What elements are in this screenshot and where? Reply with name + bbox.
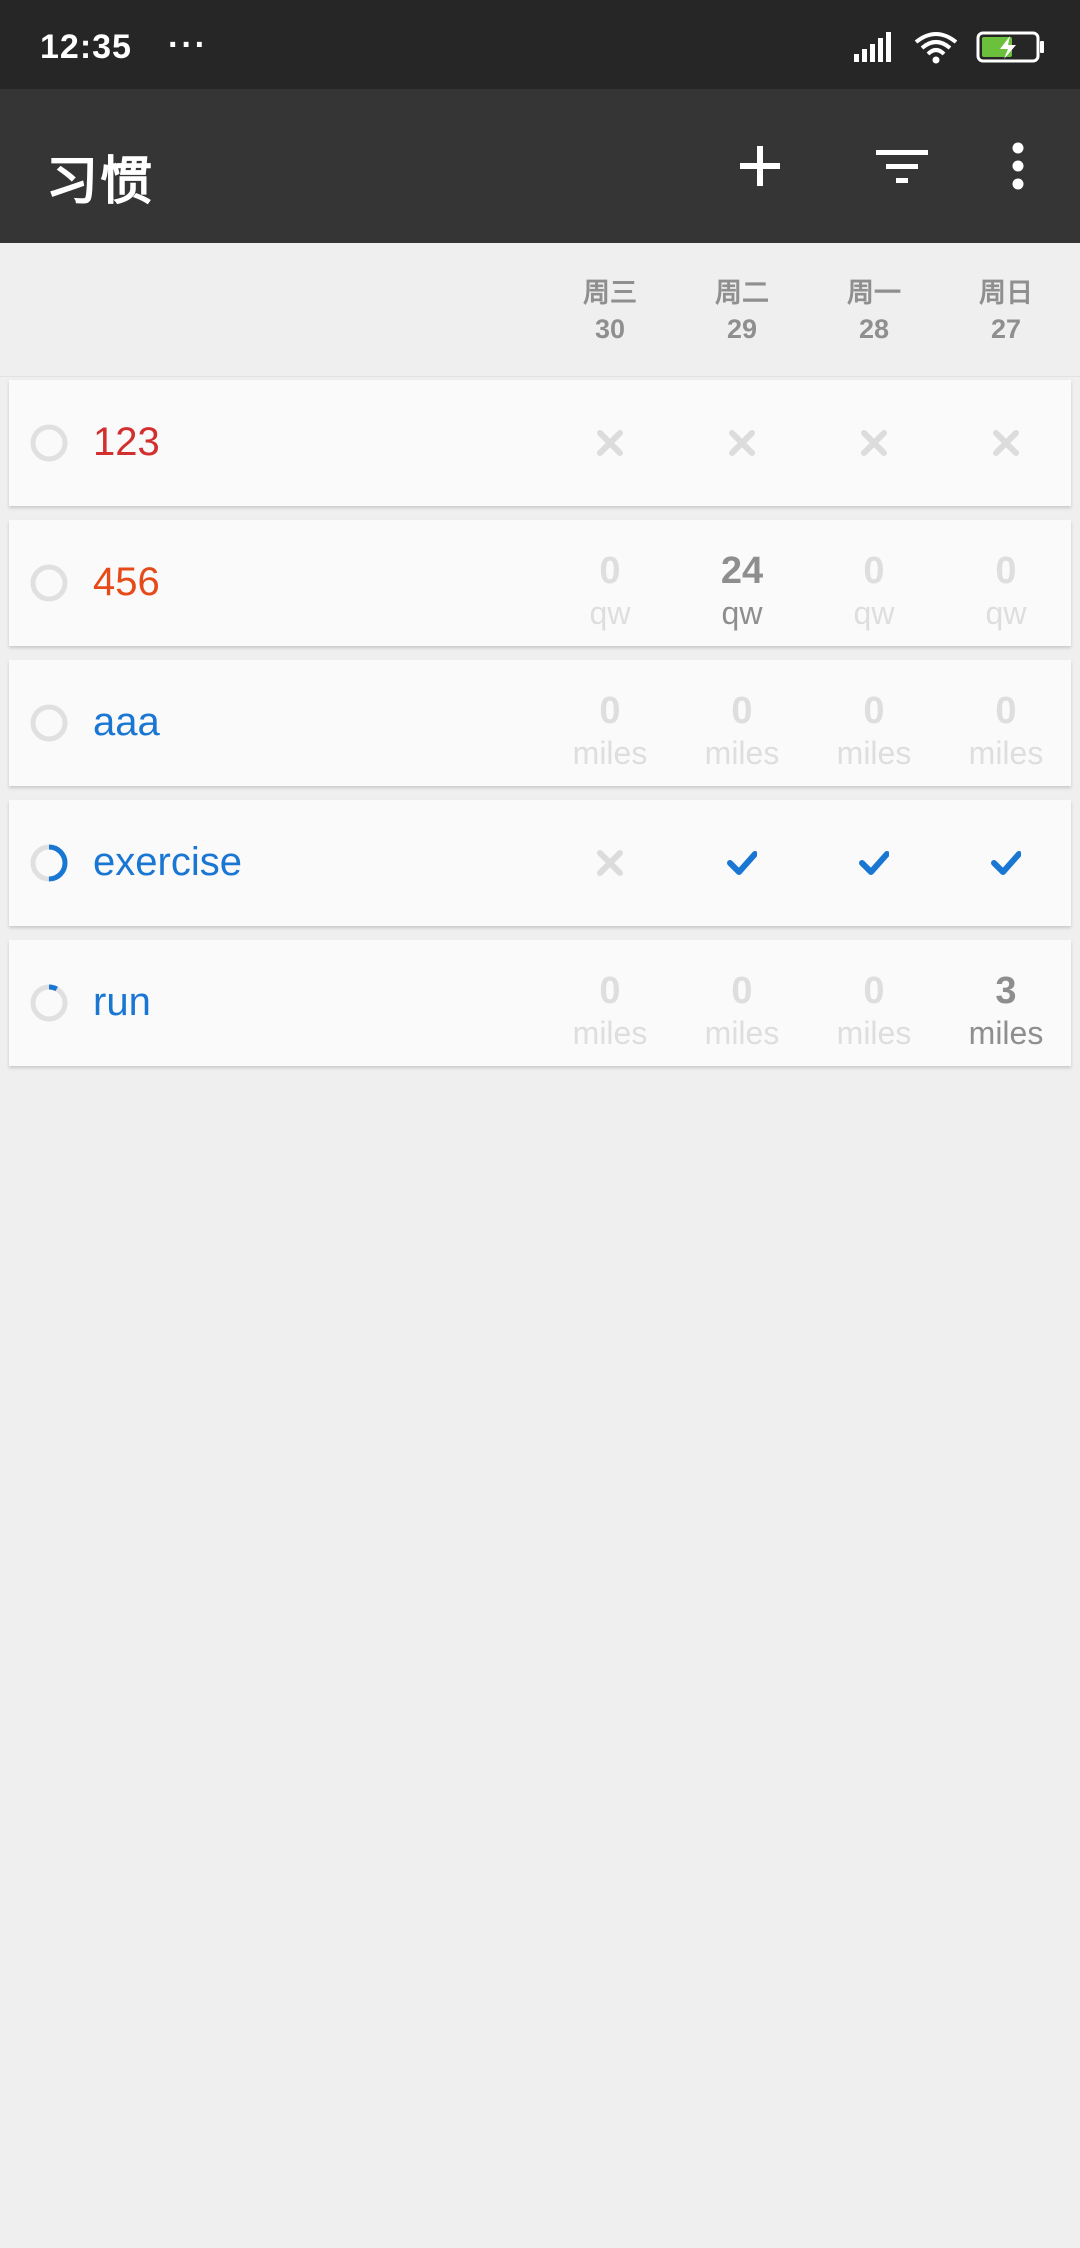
- habit-score-ring-icon: [30, 844, 68, 882]
- habit-unit: qw: [853, 595, 895, 631]
- more-vert-icon: [1012, 142, 1024, 190]
- check-icon: [859, 851, 889, 875]
- habit-day-cell[interactable]: 0 miles: [814, 660, 934, 786]
- habit-value: 3: [995, 970, 1017, 1012]
- date-label: 27: [990, 314, 1022, 344]
- habit-day-cell[interactable]: 0 qw: [814, 520, 934, 646]
- check-icon: [991, 851, 1021, 875]
- habit-unit: miles: [968, 735, 1044, 771]
- date-label: 28: [858, 314, 890, 344]
- habit-value: 0: [995, 690, 1017, 732]
- app-bar: 习惯: [0, 89, 1080, 243]
- habit-score-ring-icon: [30, 424, 68, 462]
- habit-value: 24: [720, 550, 764, 592]
- day-header: 周三 30 周二 29 周一 28 周日 27: [0, 243, 1080, 377]
- habit-unit: qw: [721, 595, 763, 631]
- habit-value: 0: [599, 970, 621, 1012]
- date-label: 30: [594, 314, 626, 344]
- habit-day-cell[interactable]: 0 qw: [946, 520, 1066, 646]
- cross-icon: [993, 430, 1019, 456]
- check-icon: [727, 851, 757, 875]
- day-column-header: 周三 30: [550, 275, 670, 347]
- notification-dots: ···: [168, 26, 208, 64]
- habit-unit: miles: [968, 1015, 1044, 1051]
- add-habit-button[interactable]: [728, 134, 792, 198]
- page-title: 习惯: [46, 153, 155, 211]
- filter-button[interactable]: [870, 134, 934, 198]
- habit-day-cell[interactable]: 0 miles: [550, 940, 670, 1066]
- habit-name: aaa: [93, 700, 160, 744]
- habit-value: 0: [863, 690, 885, 732]
- cross-icon: [729, 430, 755, 456]
- habit-unit: miles: [572, 1015, 648, 1051]
- habit-day-cell[interactable]: [814, 800, 934, 926]
- status-time: 12:35: [40, 28, 132, 66]
- habit-value: 0: [995, 550, 1017, 592]
- habit-card[interactable]: 123: [9, 380, 1071, 506]
- battery-charging-icon: [976, 31, 1044, 63]
- habit-score-ring-icon: [30, 564, 68, 602]
- habit-unit: qw: [589, 595, 631, 631]
- day-column-header: 周一 28: [814, 275, 934, 347]
- habit-card[interactable]: aaa 0 miles 0 miles 0 miles 0 miles: [9, 660, 1071, 786]
- habit-day-cell[interactable]: [550, 800, 670, 926]
- cross-icon: [597, 850, 623, 876]
- habit-day-cell[interactable]: 3 miles: [946, 940, 1066, 1066]
- habit-day-cell[interactable]: 24 qw: [682, 520, 802, 646]
- cross-icon: [861, 430, 887, 456]
- habit-day-cell[interactable]: [550, 380, 670, 506]
- habit-day-cell[interactable]: [682, 800, 802, 926]
- habit-day-cell[interactable]: [814, 380, 934, 506]
- habit-unit: miles: [836, 1015, 912, 1051]
- plus-icon: [740, 146, 780, 186]
- habit-value: 0: [731, 690, 753, 732]
- weekday-label: 周三: [583, 278, 637, 308]
- filter-icon: [876, 150, 928, 183]
- date-label: 29: [726, 314, 758, 344]
- habit-day-cell[interactable]: 0 qw: [550, 520, 670, 646]
- habit-score-ring-icon: [30, 704, 68, 742]
- habit-card[interactable]: exercise: [9, 800, 1071, 926]
- habit-day-cell[interactable]: [946, 380, 1066, 506]
- habit-day-cell[interactable]: 0 miles: [682, 660, 802, 786]
- status-bar: 12:35 ···: [0, 0, 1080, 89]
- habit-day-cell[interactable]: 0 miles: [550, 660, 670, 786]
- habit-day-cell[interactable]: [682, 380, 802, 506]
- habit-unit: qw: [985, 595, 1027, 631]
- habit-value: 0: [731, 970, 753, 1012]
- habit-score-ring-icon: [30, 984, 68, 1022]
- habit-name: 456: [93, 560, 160, 604]
- habit-value: 0: [863, 970, 885, 1012]
- weekday-label: 周二: [715, 278, 769, 308]
- signal-icon: [854, 32, 891, 62]
- habit-value: 0: [863, 550, 885, 592]
- habit-unit: miles: [704, 735, 780, 771]
- habit-value: 0: [599, 550, 621, 592]
- weekday-label: 周一: [847, 278, 901, 308]
- cross-icon: [597, 430, 623, 456]
- habit-day-cell[interactable]: [946, 800, 1066, 926]
- habit-card[interactable]: 456 0 qw 24 qw 0 qw 0 qw: [9, 520, 1071, 646]
- weekday-label: 周日: [979, 278, 1033, 308]
- habit-name: 123: [93, 420, 160, 464]
- habit-unit: miles: [704, 1015, 780, 1051]
- habit-name: exercise: [93, 840, 242, 884]
- habit-day-cell[interactable]: 0 miles: [814, 940, 934, 1066]
- habit-card[interactable]: run 0 miles 0 miles 0 miles 3 miles: [9, 940, 1071, 1066]
- habit-day-cell[interactable]: 0 miles: [946, 660, 1066, 786]
- habit-day-cell[interactable]: 0 miles: [682, 940, 802, 1066]
- day-column-header: 周日 27: [946, 275, 1066, 347]
- wifi-icon: [914, 32, 958, 64]
- habit-value: 0: [599, 690, 621, 732]
- overflow-menu-button[interactable]: [986, 134, 1050, 198]
- day-column-header: 周二 29: [682, 275, 802, 347]
- habit-unit: miles: [836, 735, 912, 771]
- habit-unit: miles: [572, 735, 648, 771]
- habit-name: run: [93, 980, 151, 1024]
